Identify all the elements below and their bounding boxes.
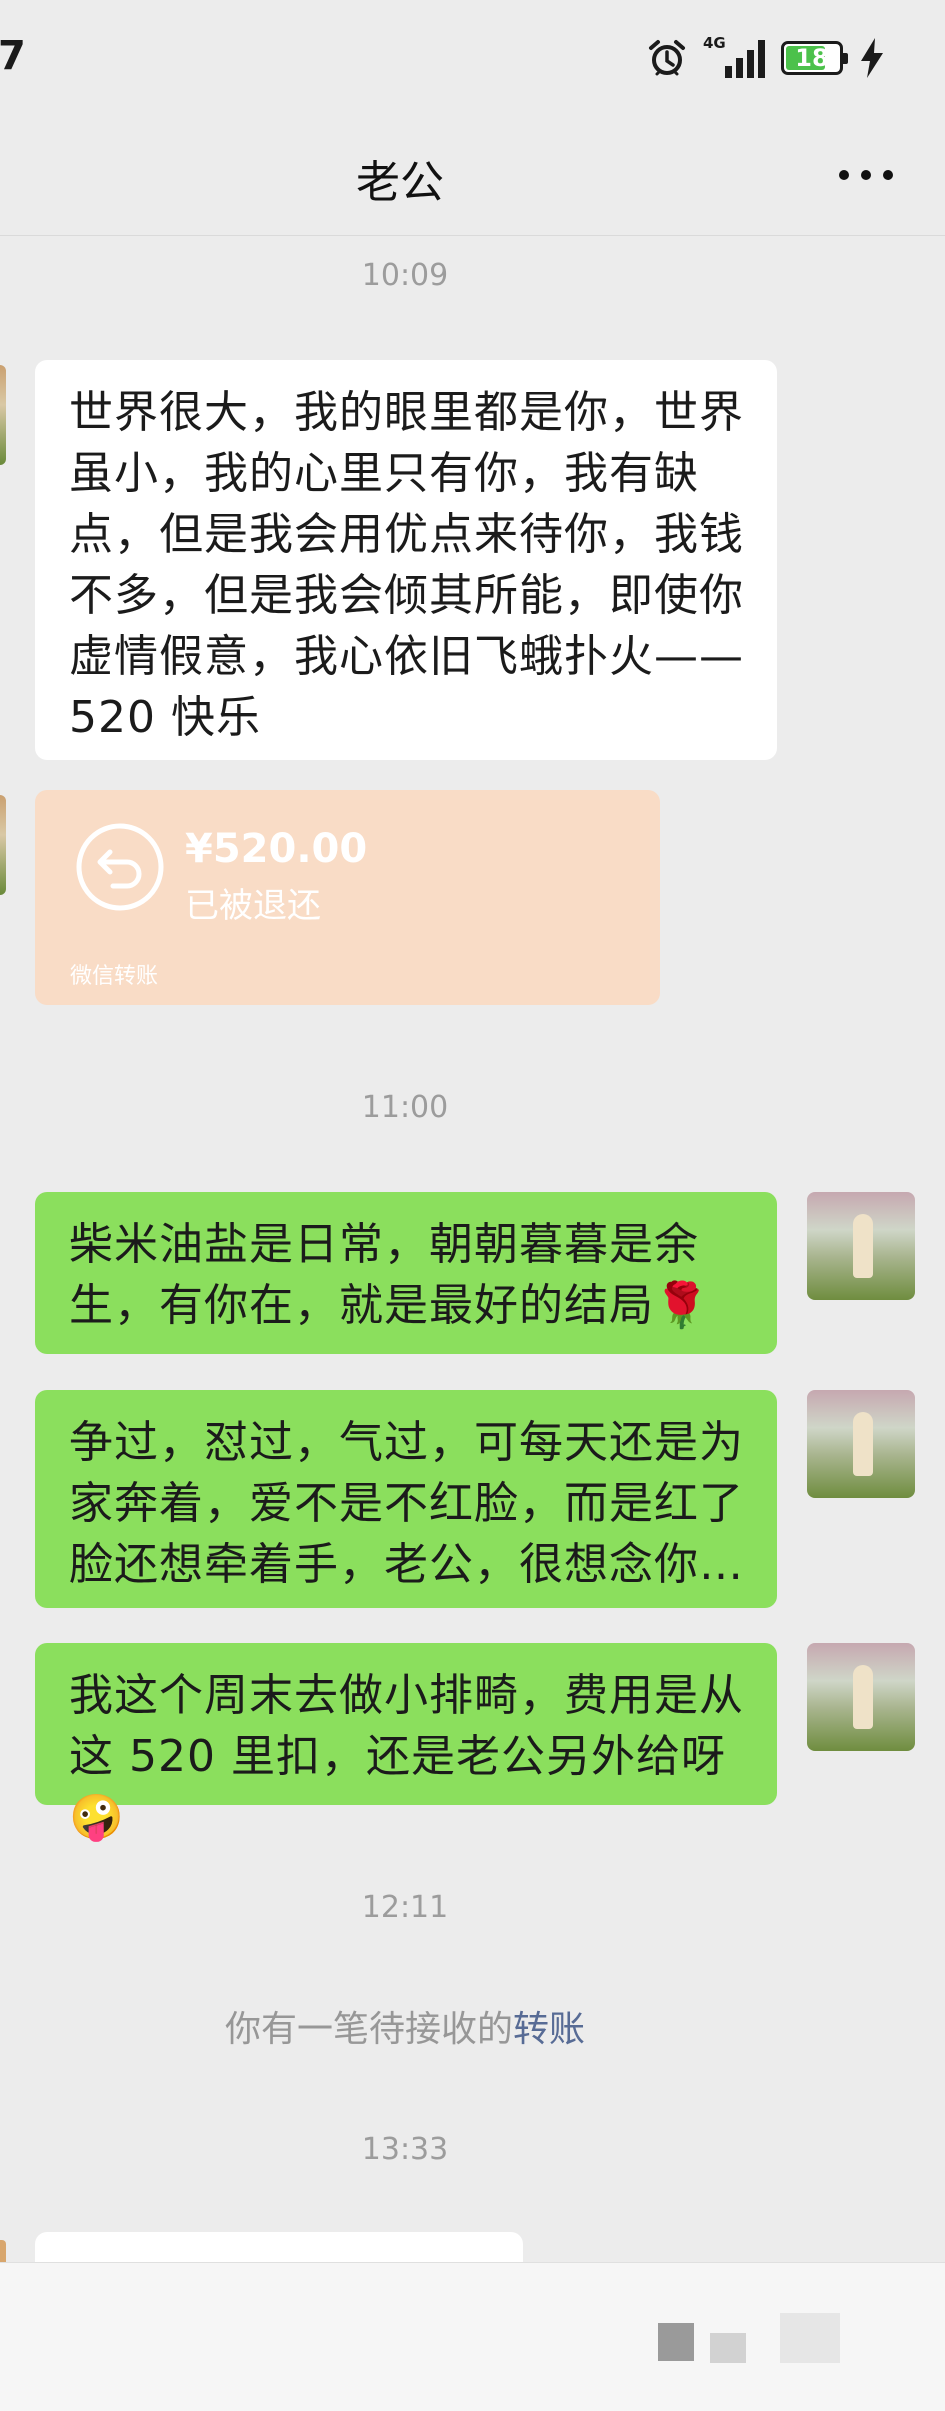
message-text: 世界很大，我的眼里都是你，世界虽小，我的心里只有你，我有缺点，但是我会用优点来待… [69,387,744,743]
transfer-amount: ¥520.00 [185,826,368,872]
blurred-area [710,2333,746,2363]
blurred-area [780,2313,840,2363]
nav-bar: 老公 [0,120,945,236]
contact-avatar[interactable] [0,795,6,895]
message-text: 争过，怼过，气过，可每天还是为家奔着，爱不是不红脸，而是红了脸还想牵着手，老公，… [69,1417,744,1590]
more-options-icon[interactable] [839,170,893,180]
user-avatar[interactable] [807,1390,915,1498]
alarm-icon [649,40,685,76]
network-type: 4G [703,34,726,52]
message-text: 柴米油盐是日常，朝朝暮暮是余生，有你在，就是最好的结局🌹 [69,1219,710,1331]
battery-icon: 18 [781,41,848,75]
input-bar [0,2262,945,2411]
timestamp: 13:33 [361,2132,449,2167]
timestamp: 11:00 [361,1090,449,1125]
status-time: 7 [0,33,26,79]
system-message: 你有一笔待接收的转账 [0,2000,810,2052]
sent-message-bubble[interactable]: 争过，怼过，气过，可每天还是为家奔着，爱不是不红脸，而是红了脸还想牵着手，老公，… [35,1390,777,1608]
user-avatar[interactable] [807,1643,915,1751]
transfer-returned-icon [76,823,164,911]
chat-title: 老公 [356,157,444,208]
blurred-area [658,2323,694,2361]
user-avatar[interactable] [807,1192,915,1300]
transfer-card[interactable]: ¥520.00 已被退还 微信转账 [35,790,660,1005]
timestamp: 10:09 [361,258,449,293]
sent-message-bubble[interactable]: 柴米油盐是日常，朝朝暮暮是余生，有你在，就是最好的结局🌹 [35,1192,777,1354]
charging-icon [861,38,883,78]
contact-avatar[interactable] [0,365,6,465]
system-message-text: 你有一笔待接收的 [224,2009,513,2050]
cellular-signal-icon: 4G [703,36,765,80]
status-icons: 4G 18 [647,36,885,80]
transfer-status: 已被退还 [185,886,321,926]
sent-message-bubble[interactable]: 我这个周末去做小排畸，费用是从这 520 里扣，还是老公另外给呀🤪 [35,1643,777,1843]
message-text: 我这个周末去做小排畸，费用是从这 520 里扣，还是老公另外给呀🤪 [69,1670,744,1843]
timestamp: 12:11 [361,1890,449,1925]
battery-level: 18 [795,44,829,72]
transfer-link[interactable]: 转账 [513,2009,585,2050]
received-message-bubble[interactable]: 世界很大，我的眼里都是你，世界虽小，我的心里只有你，我有缺点，但是我会用优点来待… [35,360,777,760]
transfer-source: 微信转账 [70,964,159,989]
